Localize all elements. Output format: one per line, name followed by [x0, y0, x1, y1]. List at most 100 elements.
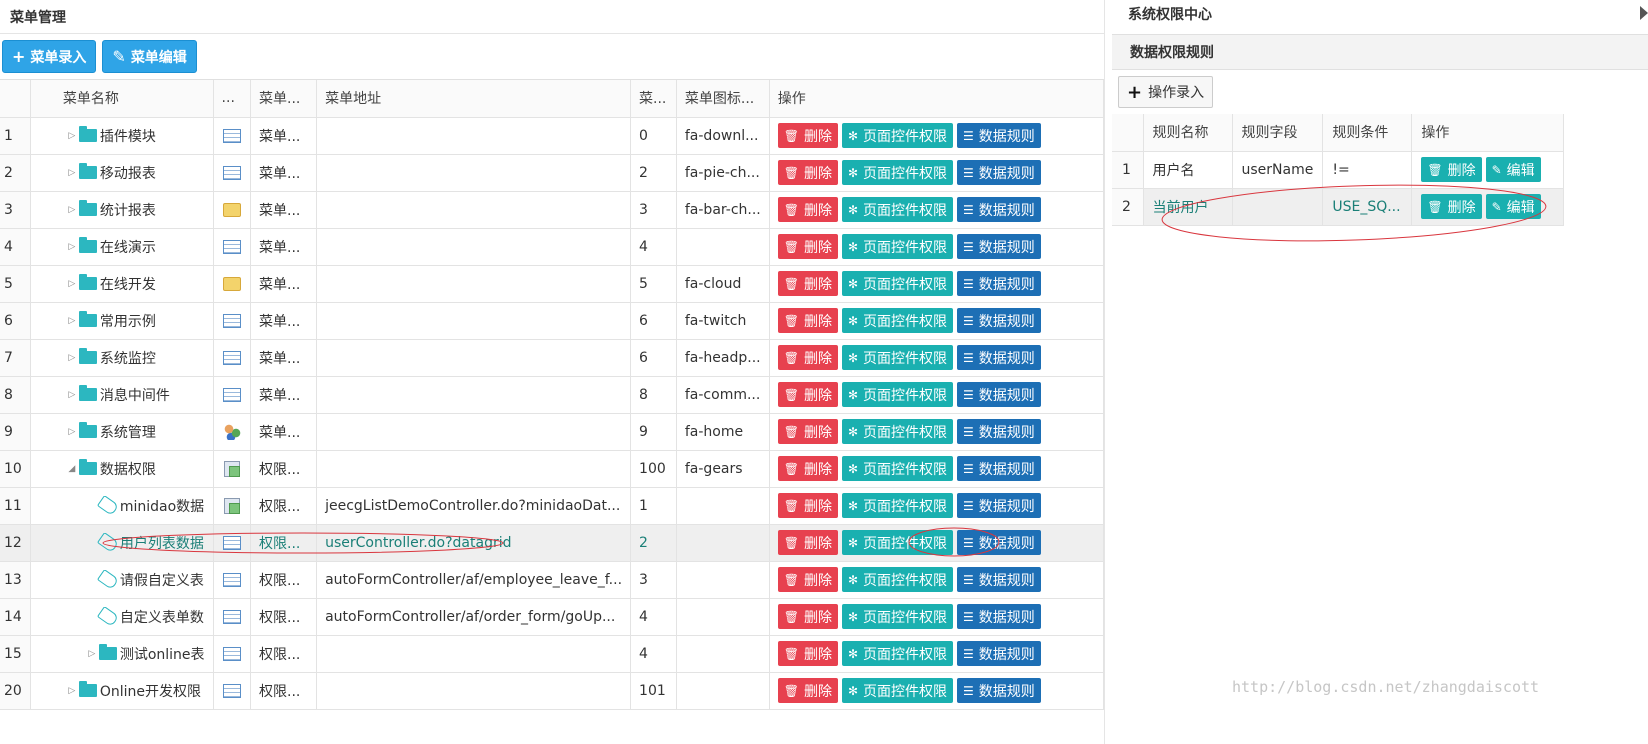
- operation-add-button[interactable]: + 操作录入: [1118, 76, 1214, 108]
- table-row[interactable]: 10 ◢ 数据权限 权限... 100 fa-gears 🗑 删除 ✻ 页面控件权限 ☰ 数据规则: [0, 450, 1105, 488]
- delete-button[interactable]: 🗑 删除: [777, 419, 838, 444]
- data-rule-button[interactable]: ☰ 数据规则: [957, 197, 1041, 222]
- delete-button[interactable]: 🗑 删除: [777, 604, 838, 629]
- delete-button[interactable]: 🗑 删除: [777, 678, 838, 703]
- menu-name-cell[interactable]: ▷ 系统管理: [30, 413, 214, 451]
- data-rule-button[interactable]: ☰ 数据规则: [957, 123, 1041, 148]
- table-row[interactable]: 4 ▷ 在线演示 菜单... 4 🗑 删除 ✻ 页面控件权限 ☰ 数据规则: [0, 228, 1105, 266]
- data-rule-button[interactable]: ☰ 数据规则: [957, 604, 1041, 629]
- expand-arrow-icon[interactable]: ▷: [65, 131, 79, 141]
- column-header-menu-type[interactable]: 菜单...: [250, 80, 318, 118]
- table-row[interactable]: 15 ▷ 测试online表 权限... 4 🗑 删除 ✻ 页面控件权限 ☰ 数据规则: [0, 635, 1105, 673]
- data-rule-button[interactable]: ☰ 数据规则: [957, 678, 1041, 703]
- page-permission-button[interactable]: ✻ 页面控件权限: [841, 530, 954, 555]
- data-rule-button[interactable]: ☰ 数据规则: [957, 160, 1041, 185]
- page-permission-button[interactable]: ✻ 页面控件权限: [841, 641, 954, 666]
- table-row[interactable]: 7 ▷ 系统监控 菜单... 6 fa-headp... 🗑 删除 ✻ 页面控件权限 ☰ 数据规则: [0, 339, 1105, 377]
- column-header-menu-url[interactable]: 菜单地址: [316, 80, 632, 118]
- delete-button[interactable]: 🗑 删除: [777, 308, 838, 333]
- expand-arrow-icon[interactable]: ▷: [65, 353, 79, 363]
- menu-name-cell[interactable]: 自定义表单数: [30, 598, 214, 636]
- column-header-order[interactable]: 菜...: [630, 80, 677, 118]
- table-row[interactable]: 14 自定义表单数 权限... autoFormController/af/order…: [0, 598, 1105, 636]
- rule-row[interactable]: 1 用户名 userName != 🗑 删除 ✎ 编辑: [1112, 151, 1565, 189]
- data-rule-button[interactable]: ☰ 数据规则: [957, 493, 1041, 518]
- expand-arrow-icon[interactable]: ▷: [85, 649, 99, 659]
- data-rule-button[interactable]: ☰ 数据规则: [957, 530, 1041, 555]
- table-row[interactable]: 8 ▷ 消息中间件 菜单... 8 fa-comm... 🗑 删除 ✻ 页面控件权限 ☰ 数据规则: [0, 376, 1105, 414]
- panel-splitter[interactable]: [1104, 0, 1112, 744]
- column-header-menu-name[interactable]: 菜单名称: [30, 80, 214, 118]
- page-permission-button[interactable]: ✻ 页面控件权限: [841, 197, 954, 222]
- collapse-arrow-icon[interactable]: ◢: [65, 464, 79, 474]
- page-permission-button[interactable]: ✻ 页面控件权限: [841, 567, 954, 592]
- data-rule-button[interactable]: ☰ 数据规则: [957, 567, 1041, 592]
- menu-name-cell[interactable]: ▷ 消息中间件: [30, 376, 214, 414]
- delete-button[interactable]: 🗑 删除: [1421, 194, 1482, 219]
- delete-button[interactable]: 🗑 删除: [777, 530, 838, 555]
- page-permission-button[interactable]: ✻ 页面控件权限: [841, 493, 954, 518]
- expand-arrow-icon[interactable]: ▷: [65, 242, 79, 252]
- page-permission-button[interactable]: ✻ 页面控件权限: [841, 419, 954, 444]
- page-permission-button[interactable]: ✻ 页面控件权限: [841, 271, 954, 296]
- table-row[interactable]: 3 ▷ 统计报表 菜单... 3 fa-bar-ch... 🗑 删除 ✻ 页面控件权限 ☰ 数据规则: [0, 191, 1105, 229]
- table-row[interactable]: 1 ▷ 插件模块 菜单... 0 fa-downl... 🗑 删除 ✻ 页面控件权限 ☰ 数据规则: [0, 117, 1105, 155]
- edit-button[interactable]: ✎ 编辑: [1485, 157, 1541, 182]
- menu-name-cell[interactable]: minidao数据: [30, 487, 214, 525]
- menu-add-button[interactable]: + 菜单录入: [2, 40, 97, 73]
- page-permission-button[interactable]: ✻ 页面控件权限: [841, 456, 954, 481]
- rule-column-condition[interactable]: 规则条件: [1322, 114, 1413, 152]
- collapse-arrow-icon[interactable]: [1640, 6, 1648, 20]
- data-rule-button[interactable]: ☰ 数据规则: [957, 382, 1041, 407]
- page-permission-button[interactable]: ✻ 页面控件权限: [841, 160, 954, 185]
- delete-button[interactable]: 🗑 删除: [777, 271, 838, 296]
- menu-name-cell[interactable]: ▷ 移动报表: [30, 154, 214, 192]
- delete-button[interactable]: 🗑 删除: [777, 641, 838, 666]
- menu-name-cell[interactable]: ◢ 数据权限: [30, 450, 214, 488]
- page-permission-button[interactable]: ✻ 页面控件权限: [841, 234, 954, 259]
- delete-button[interactable]: 🗑 删除: [777, 567, 838, 592]
- delete-button[interactable]: 🗑 删除: [777, 197, 838, 222]
- data-rule-button[interactable]: ☰ 数据规则: [957, 641, 1041, 666]
- menu-name-cell[interactable]: ▷ Online开发权限: [30, 672, 214, 710]
- table-row[interactable]: 20 ▷ Online开发权限 权限... 101 🗑 删除 ✻ 页面控件权限 ☰ 数据规则: [0, 672, 1105, 710]
- menu-name-cell[interactable]: ▷ 常用示例: [30, 302, 214, 340]
- menu-name-cell[interactable]: ▷ 系统监控: [30, 339, 214, 377]
- table-row[interactable]: 2 ▷ 移动报表 菜单... 2 fa-pie-ch... 🗑 删除 ✻ 页面控件权限 ☰ 数据规则: [0, 154, 1105, 192]
- delete-button[interactable]: 🗑 删除: [777, 456, 838, 481]
- menu-name-cell[interactable]: ▷ 在线开发: [30, 265, 214, 303]
- page-permission-button[interactable]: ✻ 页面控件权限: [841, 345, 954, 370]
- delete-button[interactable]: 🗑 删除: [1421, 157, 1482, 182]
- menu-edit-button[interactable]: ✎ 菜单编辑: [102, 40, 197, 73]
- expand-arrow-icon[interactable]: ▷: [65, 316, 79, 326]
- expand-arrow-icon[interactable]: ▷: [65, 168, 79, 178]
- rule-column-field[interactable]: 规则字段: [1232, 114, 1324, 152]
- menu-name-cell[interactable]: ▷ 测试online表: [30, 635, 214, 673]
- page-permission-button[interactable]: ✻ 页面控件权限: [841, 308, 954, 333]
- data-rule-button[interactable]: ☰ 数据规则: [957, 308, 1041, 333]
- table-row[interactable]: 5 ▷ 在线开发 菜单... 5 fa-cloud 🗑 删除 ✻ 页面控件权限 ☰ 数据规则: [0, 265, 1105, 303]
- column-header-icon[interactable]: ...: [213, 80, 252, 118]
- column-header-menu-icon[interactable]: 菜单图标...: [676, 80, 770, 118]
- menu-name-cell[interactable]: 用户列表数据: [30, 524, 214, 562]
- delete-button[interactable]: 🗑 删除: [777, 160, 838, 185]
- delete-button[interactable]: 🗑 删除: [777, 123, 838, 148]
- data-rule-button[interactable]: ☰ 数据规则: [957, 419, 1041, 444]
- data-rule-button[interactable]: ☰ 数据规则: [957, 345, 1041, 370]
- menu-name-cell[interactable]: 请假自定义表: [30, 561, 214, 599]
- data-rule-button[interactable]: ☰ 数据规则: [957, 456, 1041, 481]
- menu-name-cell[interactable]: ▷ 插件模块: [30, 117, 214, 155]
- expand-arrow-icon[interactable]: ▷: [65, 686, 79, 696]
- page-permission-button[interactable]: ✻ 页面控件权限: [841, 123, 954, 148]
- expand-arrow-icon[interactable]: ▷: [65, 390, 79, 400]
- delete-button[interactable]: 🗑 删除: [777, 345, 838, 370]
- table-row[interactable]: 11 minidao数据 权限... jeecgListDemoController.…: [0, 487, 1105, 525]
- delete-button[interactable]: 🗑 删除: [777, 382, 838, 407]
- page-permission-button[interactable]: ✻ 页面控件权限: [841, 604, 954, 629]
- rule-column-name[interactable]: 规则名称: [1143, 114, 1233, 152]
- data-rule-button[interactable]: ☰ 数据规则: [957, 234, 1041, 259]
- expand-arrow-icon[interactable]: ▷: [65, 205, 79, 215]
- page-permission-button[interactable]: ✻ 页面控件权限: [841, 382, 954, 407]
- table-row[interactable]: 12 用户列表数据 权限... userController.do?datagrid 2…: [0, 524, 1105, 562]
- delete-button[interactable]: 🗑 删除: [777, 234, 838, 259]
